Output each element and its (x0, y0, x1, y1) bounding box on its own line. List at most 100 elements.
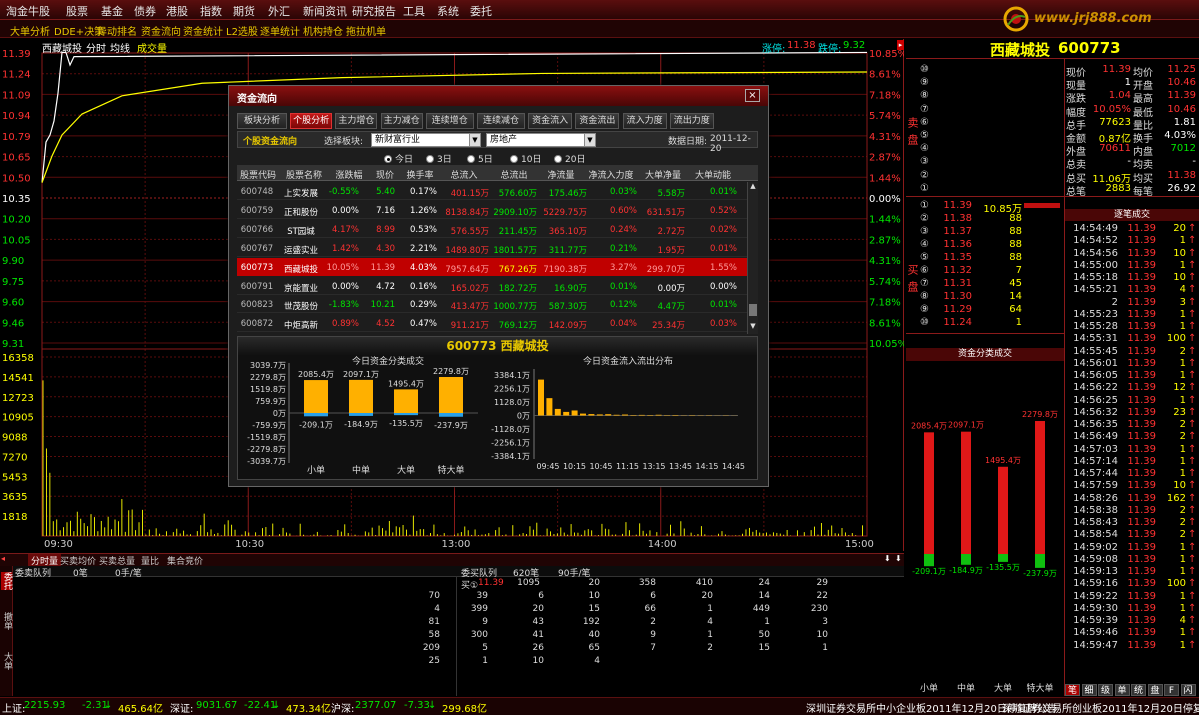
quote-value[interactable]: 11.39 (1086, 64, 1131, 75)
queue-cell[interactable]: 70 (390, 591, 440, 601)
book-side-label[interactable]: 买盘 (906, 264, 920, 298)
grid-cell[interactable]: 0.47% (397, 319, 437, 329)
queue-cell[interactable]: 1 (778, 643, 828, 653)
grid-cell[interactable]: 10.05% (325, 263, 359, 273)
quote-value[interactable]: 4.03% (1152, 130, 1196, 141)
queue-cell[interactable]: 5 (438, 643, 488, 653)
tab-junxian[interactable]: 均线 (110, 40, 130, 55)
quote-value[interactable]: 26.92 (1152, 183, 1196, 194)
buy-level-price[interactable]: 11.35 (936, 252, 972, 263)
grid-cell[interactable]: 运盛实业 (279, 244, 323, 256)
grid-cell[interactable]: 142.09万 (539, 319, 587, 331)
trade-volume[interactable]: 1 (1156, 591, 1186, 602)
trade-time[interactable]: 14:59:02 (1064, 542, 1118, 553)
sell-level-index[interactable]: ⑩ (920, 64, 929, 75)
trade-tab[interactable]: 级 (1098, 684, 1113, 696)
grid-cell[interactable]: -0.55% (325, 187, 359, 197)
buy-level-index[interactable]: ⑨ (920, 304, 929, 315)
trade-up-icon[interactable]: ↑ (1188, 529, 1196, 540)
scroll-down-icon[interactable]: ▼ (749, 322, 757, 331)
trade-price[interactable]: 11.39 (1118, 382, 1156, 393)
left-arrow-icon[interactable]: ◂ (1, 554, 9, 566)
grid-cell[interactable]: 2.21% (397, 244, 437, 254)
grid-cell[interactable]: 7957.64万 (439, 263, 489, 275)
trade-time[interactable]: 14:56:49 (1064, 431, 1118, 442)
grid-column-header[interactable]: 大单动能 (687, 168, 739, 181)
grid-cell[interactable]: 1.55% (687, 263, 737, 273)
menu-item[interactable]: 股票 (66, 3, 88, 19)
queue-cell[interactable]: 10 (550, 591, 600, 601)
sub-sector-select[interactable]: 房地产 ▼ (486, 133, 596, 147)
trade-volume[interactable]: 1 (1156, 640, 1186, 651)
trade-volume[interactable]: 1 (1156, 444, 1186, 455)
radio-icon[interactable] (554, 155, 562, 163)
quote-value[interactable]: 10.46 (1152, 104, 1196, 115)
trade-time[interactable]: 14:58:54 (1064, 529, 1118, 540)
trade-time[interactable]: 14:59:13 (1064, 566, 1118, 577)
scroll-thumb[interactable] (749, 304, 757, 316)
grid-scrollbar[interactable]: ▲ ▼ (747, 182, 758, 334)
trade-volume[interactable]: 1 (1156, 566, 1186, 577)
trade-price[interactable]: 11.39 (1118, 591, 1156, 602)
queue-cell[interactable]: 300 (438, 630, 488, 640)
buy-level-price[interactable]: 11.36 (936, 239, 972, 250)
grid-cell[interactable]: 1000.77万 (491, 300, 537, 312)
trade-time[interactable]: 14:57:44 (1064, 468, 1118, 479)
queue-cell[interactable]: 25 (390, 656, 440, 666)
quote-value[interactable]: 11.25 (1152, 64, 1196, 75)
grid-cell[interactable]: 5.40 (361, 187, 395, 197)
fund-class-title[interactable]: 资金分类成交 (906, 348, 1064, 361)
grid-cell[interactable]: 2.72万 (639, 225, 685, 237)
grid-cell[interactable]: 16.90万 (539, 282, 587, 294)
grid-cell[interactable]: 911.21万 (439, 319, 489, 331)
trade-up-icon[interactable]: ↑ (1188, 615, 1196, 626)
queue-cell[interactable]: 65 (550, 643, 600, 653)
expand-arrow-icon[interactable]: ⬇ (895, 554, 902, 563)
period-label[interactable]: 5日 (478, 155, 493, 165)
queue-cell[interactable]: 192 (550, 617, 600, 627)
grid-column-header[interactable]: 净流量 (539, 168, 583, 181)
queue-side-tab[interactable]: 撤单 (1, 612, 12, 630)
grid-cell[interactable]: 8.99 (361, 225, 395, 235)
fund-flow-dialog[interactable]: 资金流向 × 个股资金流向 选择板块: 新财富行业 ▼ 房地产 ▼ 数据日期: 20… (228, 85, 769, 487)
menu-item[interactable]: 新闻资讯 (303, 3, 347, 19)
queue-cell[interactable]: 209 (390, 643, 440, 653)
trade-up-icon[interactable]: ↑ (1188, 235, 1196, 246)
queue-cell[interactable]: 1 (720, 617, 770, 627)
queue-cell[interactable]: 358 (606, 578, 656, 588)
status-item[interactable]: 473.34亿 (286, 700, 331, 715)
buy-level-volume[interactable]: 88 (976, 252, 1022, 263)
trade-price[interactable]: 11.39 (1118, 333, 1156, 344)
dialog-tab[interactable]: 流入力度 (622, 113, 667, 129)
quote-value[interactable]: 70611 (1086, 143, 1131, 154)
trade-volume[interactable]: 162 (1156, 493, 1186, 504)
trade-volume[interactable]: 4 (1156, 284, 1186, 295)
quote-value[interactable]: - (1152, 156, 1196, 167)
queue-cell[interactable]: 10 (778, 630, 828, 640)
trade-up-icon[interactable]: ↑ (1188, 517, 1196, 528)
grid-cell[interactable]: 0.24% (589, 225, 637, 235)
trade-price[interactable]: 11.39 (1118, 346, 1156, 357)
quote-value[interactable]: 1.81 (1152, 117, 1196, 128)
queue-cell[interactable]: 20 (494, 604, 544, 614)
grid-cell[interactable]: 0.00万 (639, 282, 685, 294)
trade-price[interactable]: 11.39 (1118, 615, 1156, 626)
status-item[interactable]: 9031.67 (196, 700, 237, 711)
trade-tab[interactable]: 细 (1081, 684, 1097, 696)
sell-level-index[interactable]: ⑦ (920, 104, 929, 115)
trade-up-icon[interactable]: ↑ (1188, 358, 1196, 369)
menu-item[interactable]: 工具 (403, 3, 425, 19)
grid-cell[interactable]: 365.10万 (539, 225, 587, 237)
grid-cell[interactable]: 4.30 (361, 244, 395, 254)
trade-volume[interactable]: 100 (1156, 333, 1186, 344)
grid-cell[interactable]: 0.04% (589, 319, 637, 329)
status-item[interactable]: 上证: (2, 700, 25, 715)
grid-cell[interactable]: 25.34万 (639, 319, 685, 331)
queue-cell[interactable]: 7 (606, 643, 656, 653)
trade-time[interactable]: 14:55:00 (1064, 260, 1118, 271)
tab-chengjiaoliang[interactable]: 成交量 (137, 40, 167, 55)
queue-cell[interactable]: 4 (390, 604, 440, 614)
period-label[interactable]: 10日 (521, 155, 541, 165)
trade-price[interactable]: 11.39 (1118, 284, 1156, 295)
trade-time[interactable]: 14:54:49 (1064, 223, 1118, 234)
